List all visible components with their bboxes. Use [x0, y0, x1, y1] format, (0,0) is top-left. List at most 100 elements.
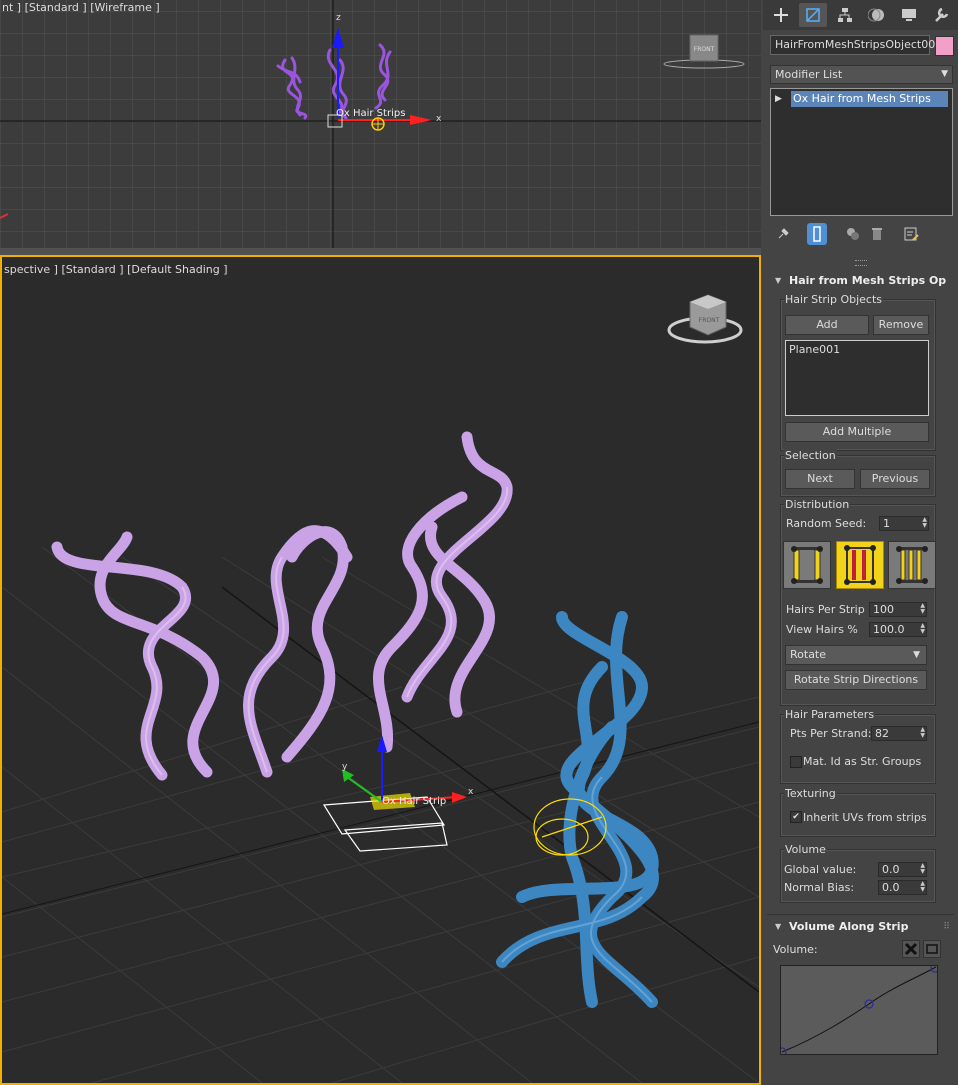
normal-bias-label: Normal Bias:	[784, 881, 855, 894]
rollout-volume-header[interactable]: ▼ Volume Along Strip ⠿	[767, 918, 954, 936]
persp-axis-x: x	[468, 787, 474, 797]
top-axis-z: z	[336, 13, 341, 23]
selection-label: Selection	[784, 449, 837, 462]
texturing-label: Texturing	[784, 787, 837, 800]
motion-icon[interactable]	[863, 3, 891, 27]
pts-per-strand-spinner[interactable]: 82 ▲ ▼	[871, 726, 927, 741]
rollout-divider	[767, 914, 954, 915]
collapse-triangle-icon: ▼	[775, 922, 782, 931]
perspective-viewport[interactable]: y x Ox Hair Strip FRONT spective ] [Stan…	[0, 255, 761, 1085]
persp-axis-y: y	[342, 762, 348, 772]
volume-curve-label: Volume:	[773, 943, 818, 956]
remove-button[interactable]: Remove	[873, 315, 929, 335]
spinner-arrows-icon[interactable]: ▲ ▼	[920, 603, 925, 615]
distribution-dropdown[interactable]: Rotate ▼	[785, 645, 927, 665]
strip-objects-label: Hair Strip Objects	[784, 293, 883, 306]
panel-grip[interactable]	[855, 260, 867, 266]
make-unique-icon[interactable]	[843, 223, 863, 245]
stack-toolbar	[771, 223, 951, 245]
collapse-triangle-icon: ▼	[775, 276, 782, 285]
hair-params-label: Hair Parameters	[784, 708, 876, 721]
hairs-per-strip-spinner[interactable]: 100 ▲ ▼	[869, 602, 927, 617]
top-gizmo-label: Ox Hair Strips	[336, 108, 405, 119]
rotate-strip-directions-button[interactable]: Rotate Strip Directions	[785, 670, 927, 690]
spinner-arrows-icon[interactable]: ▲ ▼	[920, 623, 925, 635]
add-button[interactable]: Add	[785, 315, 869, 335]
persp-viewcube-label: FRONT	[699, 317, 720, 324]
display-icon[interactable]	[895, 3, 923, 27]
curve-expand-icon[interactable]	[923, 940, 941, 958]
rollout-hair-header[interactable]: ▼ Hair from Mesh Strips Op	[767, 272, 954, 290]
mat-id-label: Mat. Id as Str. Groups	[803, 755, 922, 768]
perspective-viewport-label[interactable]: spective ] [Standard ] [Default Shading …	[2, 262, 230, 277]
curve-reset-icon[interactable]	[902, 940, 920, 958]
pts-per-strand-value: 82	[875, 727, 889, 740]
spinner-arrows-icon[interactable]: ▲ ▼	[920, 863, 925, 875]
pts-per-strand-label: Pts Per Strand:	[790, 727, 872, 740]
strip-objects-list[interactable]: Plane001	[785, 340, 929, 416]
view-hairs-spinner[interactable]: 100.0 ▲ ▼	[869, 622, 927, 637]
global-value: 0.0	[882, 863, 900, 876]
perspective-transform-gizmo: y x Ox Hair Strip	[322, 735, 474, 852]
object-color-swatch[interactable]	[935, 36, 954, 56]
expand-triangle-icon[interactable]: ▶	[775, 91, 782, 107]
distribution-label: Distribution	[784, 498, 851, 511]
rollout-hair-title: Hair from Mesh Strips Op	[789, 274, 947, 287]
remove-modifier-icon[interactable]	[867, 223, 887, 245]
volume-group-label: Volume	[784, 843, 827, 856]
random-seed-value: 1	[883, 517, 890, 530]
viewport-splitter[interactable]	[0, 248, 761, 255]
object-name-field[interactable]: HairFromMeshStripsObject001	[770, 35, 942, 55]
command-panel-tabs	[763, 0, 958, 30]
random-seed-spinner[interactable]: 1 ▲ ▼	[879, 516, 929, 531]
perspective-canvas: y x Ox Hair Strip FRONT	[2, 294, 759, 1083]
next-button[interactable]: Next	[785, 469, 855, 489]
hierarchy-icon[interactable]	[831, 3, 859, 27]
strip-object-item[interactable]: Plane001	[789, 343, 925, 356]
spinner-arrows-icon[interactable]: ▲ ▼	[920, 727, 925, 739]
modifier-stack[interactable]: ▶ Ox Hair from Mesh Strips	[770, 88, 953, 216]
modifier-list-label: Modifier List	[775, 68, 843, 81]
hairs-per-strip-value: 100	[873, 603, 894, 616]
view-hairs-value: 100.0	[873, 623, 905, 636]
rollout-volume-title: Volume Along Strip	[789, 920, 909, 933]
pin-icon[interactable]	[773, 223, 793, 245]
configure-icon[interactable]	[901, 223, 921, 245]
create-icon[interactable]	[767, 3, 795, 27]
inherit-uvs-label: Inherit UVs from strips	[803, 811, 927, 824]
top-viewport-label[interactable]: nt ] [Standard ] [Wireframe ]	[0, 0, 162, 15]
volume-curve-editor[interactable]	[777, 963, 940, 1057]
hairs-per-strip-label: Hairs Per Strip	[786, 603, 865, 616]
rollout-grip-icon[interactable]: ⠿	[943, 918, 950, 936]
show-end-result-icon[interactable]	[807, 223, 827, 245]
normal-bias-value: 0.0	[882, 881, 900, 894]
normal-bias-spinner[interactable]: 0.0 ▲ ▼	[878, 880, 927, 895]
utilities-icon[interactable]	[927, 3, 955, 27]
modify-icon[interactable]	[799, 3, 827, 27]
inherit-uvs-checkbox[interactable]: ✔	[790, 811, 802, 823]
command-panel: HairFromMeshStripsObject001 Modifier Lis…	[763, 0, 958, 1085]
random-seed-label: Random Seed:	[786, 517, 867, 530]
distribution-mode-edges-button[interactable]	[783, 541, 831, 589]
spinner-arrows-icon[interactable]: ▲ ▼	[920, 881, 925, 893]
modifier-list-dropdown[interactable]: Modifier List ▼	[770, 65, 953, 84]
distribution-mode-center-button[interactable]	[836, 541, 884, 589]
spinner-arrows-icon[interactable]: ▲ ▼	[922, 517, 927, 529]
top-viewcube-label: FRONT	[694, 46, 715, 53]
modifier-stack-item-label: Ox Hair from Mesh Strips	[793, 92, 931, 105]
add-multiple-button[interactable]: Add Multiple	[785, 422, 929, 442]
global-value-label: Global value:	[784, 863, 857, 876]
distribution-mode-even-button[interactable]	[888, 541, 936, 589]
top-axis-x: x	[436, 114, 442, 124]
persp-gizmo-label: Ox Hair Strip	[382, 796, 446, 807]
chevron-down-icon: ▼	[941, 69, 948, 79]
modifier-stack-item[interactable]: ▶ Ox Hair from Mesh Strips	[775, 91, 948, 107]
global-value-spinner[interactable]: 0.0 ▲ ▼	[878, 862, 927, 877]
hair-params-group	[780, 714, 936, 784]
mat-id-checkbox[interactable]	[790, 756, 802, 768]
chevron-down-icon: ▼	[913, 650, 920, 660]
view-hairs-label: View Hairs %	[786, 623, 858, 636]
previous-button[interactable]: Previous	[860, 469, 930, 489]
top-viewport[interactable]: z x Ox Hair Strips FRONT nt ] [Standard …	[0, 0, 761, 249]
perspective-viewcube[interactable]: FRONT	[667, 294, 743, 344]
